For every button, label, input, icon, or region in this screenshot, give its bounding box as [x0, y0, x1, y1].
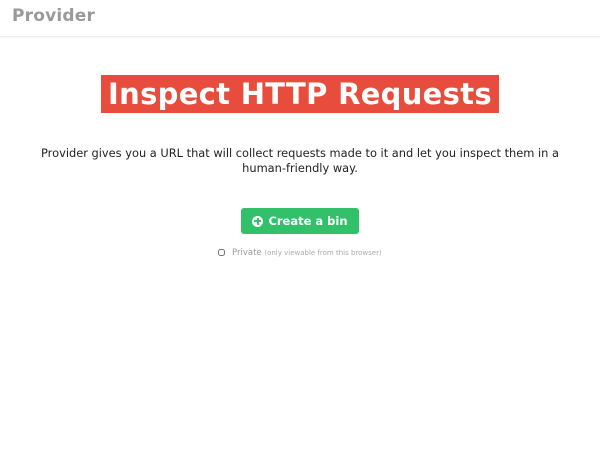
create-bin-label: Create a bin [268, 214, 348, 228]
private-label[interactable]: Private [232, 248, 262, 258]
create-form: Create a bin [0, 208, 600, 234]
private-note: (only viewable from this browser) [264, 249, 382, 257]
page-title: Inspect HTTP Requests [101, 75, 499, 113]
hero-description: Provider gives you a URL that will colle… [41, 146, 559, 175]
private-checkbox[interactable] [218, 249, 226, 256]
hero: Inspect HTTP Requests [0, 75, 600, 113]
top-navbar: Provider [0, 0, 600, 37]
private-option: Private (only viewable from this browser… [0, 248, 600, 258]
plus-circle-icon [252, 215, 264, 227]
brand-link[interactable]: Provider [12, 6, 95, 26]
create-bin-button[interactable]: Create a bin [241, 208, 359, 234]
